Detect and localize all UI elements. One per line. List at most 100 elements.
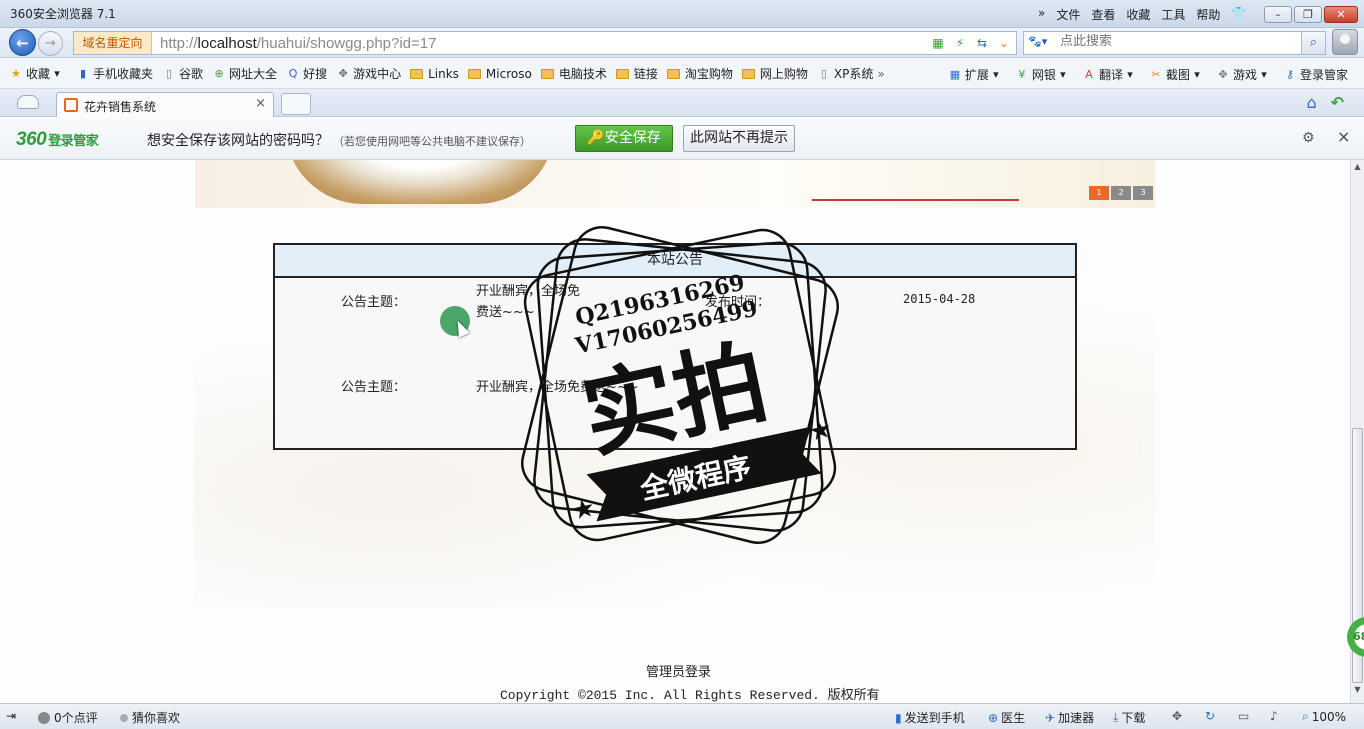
url-field[interactable]: 域名重定向 http://localhost/huahui/showgg.php… [73,31,1017,55]
gear-icon[interactable]: ⚙ [1302,130,1315,146]
never-for-site-button[interactable]: 此网站不再提示 [683,125,795,152]
cloud-icon[interactable] [17,95,39,109]
url-prefix: http:// [160,35,198,52]
menu-file[interactable]: 文件 [1056,6,1080,23]
qr-code-icon[interactable]: ▦ [930,35,946,51]
tab-active[interactable]: 花卉销售系统 × [56,92,274,117]
send-to-phone-item[interactable]: ▮ 发送到手机 [895,709,965,726]
bookmark-links[interactable]: Links [410,67,459,81]
home-icon[interactable]: ⌂ [1306,93,1316,112]
bookmark-link[interactable]: 链接 [615,65,658,82]
zoom-control[interactable]: ⌕ 100% [1302,709,1346,724]
address-bar: ← → 域名重定向 http://localhost/huahui/showgg… [0,28,1364,58]
yuan-icon: ¥ [1018,67,1026,81]
refresh-icon[interactable]: ↻ [1205,709,1215,723]
menu-help[interactable]: 帮助 [1196,6,1220,23]
chevron-down-icon: ▾ [1194,67,1200,81]
bookmark-mobile[interactable]: ▮ 手机收藏夹 [76,65,153,82]
save-password-button[interactable]: 🔑安全保存 [575,125,673,152]
minimize-button[interactable]: – [1264,6,1292,23]
bookmark-favorites[interactable]: ★ 收藏 ▾ [9,65,67,82]
ext-label: 游戏 [1232,67,1257,82]
bookmark-shopping[interactable]: 网上购物 [741,65,808,82]
bookmark-xp[interactable]: ▯ XP系统» [817,65,885,82]
ext-label: 扩展 [964,67,989,82]
sidebar-toggle-icon[interactable]: ⇥ [6,709,16,723]
bookmark-taobao[interactable]: 淘宝购物 [666,65,733,82]
gamepad-icon: ✥ [1218,67,1228,81]
shirt-icon[interactable]: 👕 [1231,6,1246,23]
slide-dot[interactable]: 1 [1089,186,1109,200]
header-banner: 1 2 3 [195,160,1155,208]
guess-item[interactable]: 猜你喜欢 [120,709,180,726]
bookmarks-bar: ★ 收藏 ▾ ▮ 手机收藏夹 ▯ 谷歌 ⊕ 网址大全 Q 好搜 ✥ 游戏中心 Links Mi… [0,59,1364,89]
phone-icon: ▮ [895,710,902,725]
compat-mode-icon[interactable]: ⇆ [974,35,990,51]
user-avatar[interactable] [1332,29,1358,55]
redirect-tag[interactable]: 域名重定向 [74,32,152,54]
site-favicon-icon [64,98,78,112]
guess-label: 猜你喜欢 [132,711,181,725]
menu-overflow-icon[interactable]: » [1038,6,1045,23]
slide-indicators: 1 2 3 [1089,186,1153,200]
download-item[interactable]: ⤓ 下载 [1113,709,1145,726]
slide-dot[interactable]: 3 [1133,186,1153,200]
bookmark-sites[interactable]: ⊕ 网址大全 [212,65,277,82]
flower-basket-image [285,160,555,204]
plus-circle-icon: ⊕ [214,67,224,80]
bookmark-games[interactable]: ✥ 游戏中心 [336,65,401,82]
close-window-button[interactable]: ✕ [1324,6,1358,23]
bookmark-microsoft[interactable]: Microso [467,66,532,81]
ext-extensions[interactable]: ▦ 扩展 ▾ [948,66,1006,83]
search-input[interactable] [1060,34,1290,49]
accelerator-item[interactable]: ✈ 加速器 [1045,709,1094,726]
save-password-label: 安全保存 [604,130,661,146]
gamepad-icon[interactable]: ✥ [1172,709,1182,723]
tab-title: 花卉销售系统 [84,100,157,114]
ext-login-manager[interactable]: ⚷ 登录管家 [1283,66,1348,83]
close-bar-icon[interactable]: × [1337,127,1350,146]
window-icon[interactable]: ▭ [1238,709,1249,723]
chevron-down-icon: ▾ [1060,67,1066,81]
dot-icon [120,713,128,722]
admin-login-link[interactable]: 管理员登录 [646,661,711,680]
speaker-icon[interactable]: ♪ [1270,709,1278,723]
forward-button[interactable]: → [38,31,63,56]
folder-icon [741,68,755,79]
bookmark-haosou[interactable]: Q 好搜 [286,65,327,82]
url-text[interactable]: http://localhost/huahui/showgg.php?id=17 [160,35,436,52]
lightning-icon[interactable]: ⚡ [952,35,968,51]
new-tab-button[interactable] [281,93,311,115]
ext-bank[interactable]: ¥ 网银 ▾ [1015,66,1073,83]
bookmark-google[interactable]: ▯ 谷歌 [162,65,203,82]
reviews-item[interactable]: 0个点评 [38,709,98,726]
tab-tools: ⌂ ↶ [1306,93,1344,112]
status-bar: ⇥ 0个点评 猜你喜欢 ▮ 发送到手机 ⊕ 医生 ✈ 加速器 ⤓ 下载 ✥ ↻ ▭ ♪ … [0,703,1364,729]
ext-translate[interactable]: A 翻译 ▾ [1082,66,1140,83]
dropdown-arrow-icon[interactable]: ⌄ [996,35,1012,51]
grid-icon: ▦ [949,67,961,81]
scroll-down-icon[interactable]: ▼ [1351,685,1364,699]
search-engine-icon[interactable]: 🐾▾ [1028,35,1054,51]
undo-close-icon[interactable]: ↶ [1331,93,1344,112]
restore-button[interactable]: ❐ [1294,6,1322,23]
bookmark-tech[interactable]: 电脑技术 [540,65,607,82]
bookmark-label: 谷歌 [179,67,204,81]
bookmark-label: Microso [485,66,532,81]
menu-tools[interactable]: 工具 [1161,6,1185,23]
scroll-up-icon[interactable]: ▲ [1351,162,1364,176]
notice-subject[interactable]: 开业酬宾，全场免费送~~~ [476,281,580,323]
back-button[interactable]: ← [9,29,36,56]
ext-games[interactable]: ✥ 游戏 ▾ [1216,66,1274,83]
toolbar-extensions: ▦ 扩展 ▾ ¥ 网银 ▾ A 翻译 ▾ ✂ 截图 ▾ ✥ 游戏 ▾ ⚷ 登录管家 [948,59,1357,89]
page-icon: ▯ [166,67,173,80]
phone-icon: ▮ [79,67,87,80]
bookmark-overflow[interactable]: » [877,67,884,81]
ext-screenshot[interactable]: ✂ 截图 ▾ [1149,66,1207,83]
slide-dot[interactable]: 2 [1111,186,1131,200]
doctor-item[interactable]: ⊕ 医生 [988,709,1025,726]
menu-view[interactable]: 查看 [1091,6,1115,23]
menu-favorites[interactable]: 收藏 [1126,6,1150,23]
tab-close-icon[interactable]: × [255,96,266,111]
search-button[interactable]: ⌕ [1301,32,1325,54]
